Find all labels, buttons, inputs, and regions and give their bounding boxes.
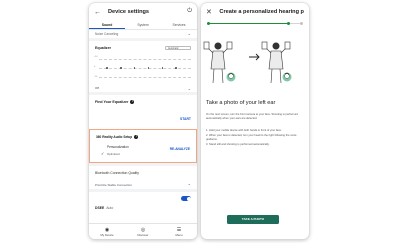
eq-label-top: +10 <box>94 56 98 58</box>
dsee-row: DSEE Auto <box>89 189 197 210</box>
instruction-headline: Take a photo of your left ear <box>206 100 276 106</box>
nav-label: Menu <box>175 232 183 237</box>
step-2: 2. When your face is detected, turn your… <box>206 134 297 141</box>
hearing-profile-screen: ✕ Create a personalized hearing pr... Ta… <box>201 3 309 239</box>
chevron-down-icon: ⌄ <box>187 181 191 186</box>
bluetooth-quality-title: Bluetooth Connection Quality <box>95 171 139 175</box>
nav-discover[interactable]: ◎ Discover <box>125 224 161 239</box>
chevron-down-icon[interactable]: ⌄ <box>188 86 191 91</box>
nav-label: My Device <box>100 232 114 237</box>
tab-system[interactable]: System <box>125 21 161 29</box>
equalizer-graph[interactable] <box>99 57 191 87</box>
toggle-knob <box>186 196 191 201</box>
bluetooth-quality-value: Prioritize Stable Connection <box>95 183 133 187</box>
progress-current-dot <box>287 22 291 25</box>
back-arrow-icon[interactable]: ← <box>94 9 102 16</box>
equalizer-card: Equalizer Automatic +10 0 -10 Off ⌄ <box>89 38 197 92</box>
info-icon[interactable]: i <box>134 135 139 139</box>
noise-canceling-row[interactable]: Noise Canceling ⌄ <box>89 30 197 38</box>
reality-audio-card: 360 Reality Audio Setup i Personalizatio… <box>89 129 197 163</box>
top-app-bar: ← Device settings ⏻ <box>89 3 197 21</box>
re-analyze-button[interactable]: RE-ANALYZE <box>170 147 190 151</box>
top-app-bar: ✕ Create a personalized hearing pr... <box>201 3 309 21</box>
step-3: 3. Stand still and shooting is performed… <box>206 142 270 146</box>
tab-services[interactable]: Services <box>161 21 197 29</box>
chevron-down-icon: ⌄ <box>187 31 191 36</box>
setup-progress-bar <box>207 22 303 25</box>
instruction-description: On the next screen, turn the front camer… <box>206 113 298 120</box>
power-icon[interactable]: ⏻ <box>187 8 192 15</box>
step-1: 1. Hold your mobile device with both han… <box>206 129 282 132</box>
find-equalizer-card: Find Your Equalizer i START <box>89 92 197 126</box>
screenshot-stage: ← Device settings ⏻ Sound System Service… <box>0 0 400 243</box>
eq-label-bottom: -10 <box>94 76 98 78</box>
nav-my-device[interactable]: ◉ My Device <box>89 224 125 239</box>
instruction-steps: 1. Hold your mobile device with both han… <box>206 129 301 148</box>
eq-band-point[interactable] <box>106 67 108 69</box>
personalization-label: Personalization <box>107 145 129 149</box>
noise-canceling-label: Noise Canceling <box>95 32 119 36</box>
info-icon[interactable]: i <box>130 100 135 104</box>
reality-audio-title: 360 Reality Audio Setup <box>96 135 133 139</box>
equalizer-title: Equalizer <box>95 46 111 50</box>
progress-fill <box>207 23 289 24</box>
dsee-toggle[interactable] <box>181 196 191 201</box>
nav-menu[interactable]: ☰ Menu <box>161 224 197 239</box>
bottom-navigation: ◉ My Device ◎ Discover ☰ Menu <box>89 223 197 239</box>
check-icon: ✓ <box>101 151 105 156</box>
start-button[interactable]: START <box>180 117 191 121</box>
equalizer-mode-label: Off <box>95 86 99 90</box>
page-title: Create a personalized hearing pr... <box>219 9 304 15</box>
device-settings-screen: ← Device settings ⏻ Sound System Service… <box>89 3 197 239</box>
eq-band-point[interactable] <box>161 67 164 69</box>
settings-tabs: Sound System Services <box>89 21 197 30</box>
bluetooth-quality-card[interactable]: Bluetooth Connection Quality Prioritize … <box>89 163 197 189</box>
dsee-label: DSEE <box>95 206 105 210</box>
progress-start-dot <box>207 22 210 25</box>
nav-label: Discover <box>137 232 149 237</box>
close-icon[interactable]: ✕ <box>206 8 213 16</box>
find-equalizer-title: Find Your Equalizer <box>95 100 129 104</box>
tab-sound[interactable]: Sound <box>89 21 125 29</box>
optimized-status: Optimized <box>107 152 120 156</box>
ear-photo-illustration <box>203 41 292 84</box>
progress-end-dot <box>300 22 303 25</box>
eq-band-point[interactable] <box>120 67 122 69</box>
dsee-sub-label: Auto <box>106 206 114 210</box>
eq-label-mid: 0 <box>94 66 96 68</box>
take-a-photo-button[interactable]: TAKE A PHOTO <box>227 215 279 224</box>
equalizer-preset-select[interactable]: Automatic <box>165 46 191 50</box>
page-title: Device settings <box>108 9 150 15</box>
eq-band-point[interactable] <box>175 67 177 69</box>
